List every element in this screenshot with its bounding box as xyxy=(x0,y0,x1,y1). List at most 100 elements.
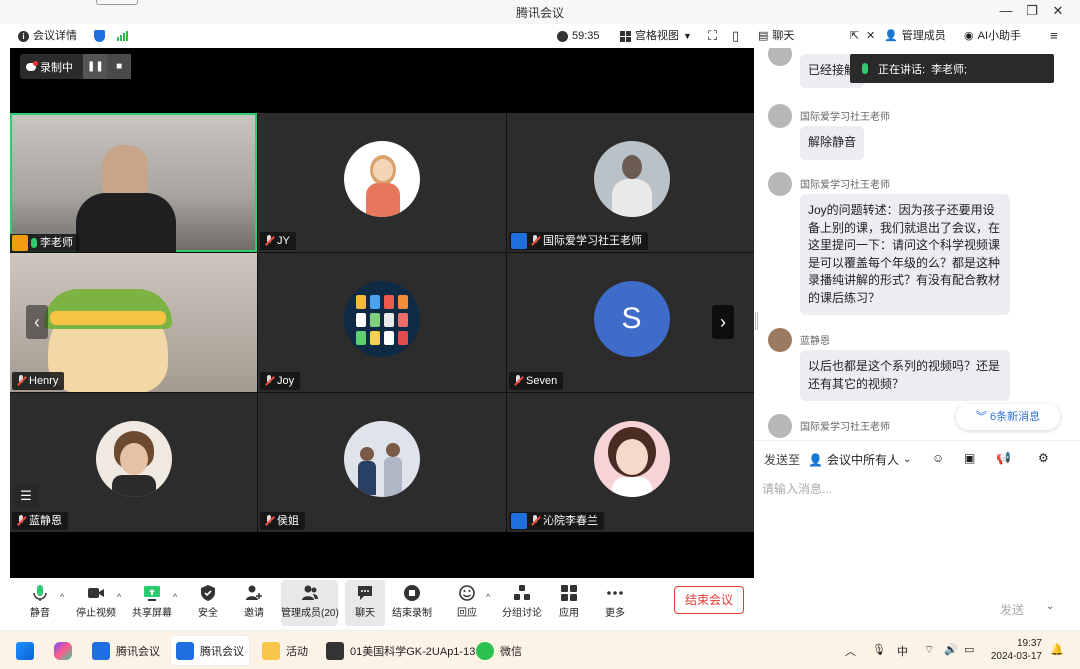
chat-sender: 蓝静恩 xyxy=(800,336,830,347)
chat-compose: 发送至 👤 会议中所有人 ⌄ ☺ ▣ 📢 ⚙ 发送 ⌄ xyxy=(754,440,1080,630)
view-mode-dropdown[interactable]: 宫格视图 ▼ xyxy=(620,28,692,44)
new-messages-button[interactable]: ︾ 6条新消息 xyxy=(956,404,1060,430)
security-label: 安全 xyxy=(198,608,218,619)
end-meeting-button[interactable]: 结束会议 xyxy=(674,586,744,614)
next-page-arrow[interactable]: › xyxy=(712,305,734,339)
chat-settings-icon[interactable]: ⚙ xyxy=(1038,451,1054,467)
taskbar-item[interactable]: 微信 xyxy=(470,635,528,666)
video-tile[interactable]: JY xyxy=(258,113,506,252)
breakout-button[interactable]: 分组讨论 xyxy=(496,580,548,626)
fullscreen-icon[interactable]: ⛶ xyxy=(708,28,717,44)
participant-name-tag: 侯姐 xyxy=(260,512,305,530)
new-messages-label: 6条新消息 xyxy=(989,411,1041,423)
copilot-button[interactable] xyxy=(48,635,78,666)
minimize-icon[interactable]: — xyxy=(992,2,1020,20)
emoji-icon[interactable]: ☺ xyxy=(932,451,948,467)
list-view-icon[interactable]: ☰ xyxy=(14,485,38,507)
chat-bubble: Joy的问题转述：因为孩子还要用设备上别的课，我们就退出了会议，在这里提问一下：… xyxy=(800,194,1010,315)
video-tile[interactable]: 沁院李春兰 xyxy=(507,393,756,532)
end-recording-label: 结束录制 xyxy=(392,608,432,619)
start-button[interactable] xyxy=(10,635,40,666)
audio-options-caret[interactable]: ^ xyxy=(60,592,64,602)
file-icon[interactable]: ▣ xyxy=(964,451,980,467)
share-screen-button[interactable]: 共享屏幕 xyxy=(126,580,178,626)
mute-button[interactable]: 静音 xyxy=(14,580,66,626)
restore-icon[interactable]: ❐ xyxy=(1018,2,1046,20)
wifi-icon[interactable]: ⌔ xyxy=(924,643,934,657)
avatar: S xyxy=(593,280,670,357)
pause-recording-button[interactable]: ❚❚ xyxy=(83,54,108,79)
chat-input[interactable] xyxy=(762,477,1072,501)
recording-status: 录制中 xyxy=(20,59,83,75)
invite-button[interactable]: 邀请 xyxy=(228,580,280,626)
avatar xyxy=(593,140,670,217)
more-button[interactable]: 更多 xyxy=(589,580,641,626)
share-options-caret[interactable]: ^ xyxy=(173,592,177,602)
taskbar-item[interactable]: 腾讯会议 xyxy=(170,635,250,666)
system-clock[interactable]: 19:37 2024-03-17 xyxy=(990,637,1042,663)
taskbar-item[interactable]: 腾讯会议 xyxy=(86,635,166,666)
react-options-caret[interactable]: ^ xyxy=(486,592,490,602)
tray-expand-icon[interactable]: ︿ xyxy=(845,643,856,659)
close-chat-icon[interactable]: ✕ xyxy=(866,28,875,44)
manage-members-button[interactable]: 管理成员(20) xyxy=(281,580,339,626)
taskbar-item-label: 01美国科学GK-2UAp1-13 xyxy=(350,645,476,658)
participant-name: 李老师 xyxy=(40,237,73,249)
popout-icon[interactable]: ⇱ xyxy=(850,28,859,44)
video-options-caret[interactable]: ^ xyxy=(117,592,121,602)
apps-label: 应用 xyxy=(559,608,579,619)
participant-name-tag: 沁院李春兰 xyxy=(509,512,604,530)
send-options-caret[interactable]: ⌄ xyxy=(1046,601,1054,612)
avatar xyxy=(768,104,792,128)
meeting-info-button[interactable]: i 会议详情 xyxy=(18,28,77,44)
video-tile[interactable]: 李老师 xyxy=(10,113,257,252)
video-tile[interactable]: 国际爱学习社王老师 xyxy=(507,113,756,252)
ime-indicator[interactable]: 中 xyxy=(897,643,908,659)
chat-tab[interactable]: ▤ 聊天 xyxy=(758,28,794,44)
network-status[interactable] xyxy=(117,28,128,44)
security-button[interactable]: 安全 xyxy=(182,580,234,626)
send-button[interactable]: 发送 xyxy=(1000,601,1024,618)
menu-icon[interactable]: ≡ xyxy=(1050,28,1058,44)
breakout-icon xyxy=(514,585,530,600)
battery-icon[interactable]: ▭ xyxy=(964,643,974,656)
participant-name-tag: 国际爱学习社王老师 xyxy=(509,232,648,250)
end-recording-button[interactable]: 结束录制 xyxy=(386,580,438,626)
invite-label: 邀请 xyxy=(244,608,264,619)
avatar xyxy=(344,280,420,357)
folder-icon xyxy=(262,641,280,660)
speaking-indicator: 正在讲话: 李老师; xyxy=(850,54,1054,83)
video-player-icon xyxy=(326,641,344,660)
chat-button[interactable]: 聊天 xyxy=(345,580,385,626)
video-tile[interactable]: 侯姐 xyxy=(258,393,506,532)
volume-icon[interactable]: 🔊 xyxy=(944,643,958,656)
panel-resize-handle[interactable] xyxy=(755,312,758,330)
send-to-label: 发送至 xyxy=(764,453,801,467)
manage-members-tab[interactable]: 👤 管理成员 xyxy=(884,28,946,44)
avatar xyxy=(95,420,172,497)
chat-bubble: 解除静音 xyxy=(800,126,865,160)
apps-button[interactable]: 应用 xyxy=(543,580,595,626)
previous-page-arrow[interactable]: ‹ xyxy=(26,305,48,339)
announcement-icon[interactable]: 📢 xyxy=(996,451,1012,467)
video-tile[interactable]: Joy xyxy=(258,253,506,392)
send-to-selector[interactable]: 发送至 👤 会议中所有人 ⌄ xyxy=(764,451,911,468)
ai-assistant-tab[interactable]: ◉ AI小助手 xyxy=(964,28,1021,44)
tray-microphone-icon[interactable]: 🎙 xyxy=(872,643,886,656)
ai-icon: ◉ xyxy=(964,30,974,42)
taskbar-item[interactable]: 01美国科学GK-2UAp1-13 xyxy=(320,635,481,666)
stop-video-button[interactable]: 停止视频 xyxy=(70,580,122,626)
manage-members-label: 管理成员(20) xyxy=(281,608,339,619)
bottom-toolbar: 静音 ^ 停止视频 ^ 共享屏幕 ^ 安全 邀请 管理成员(20) 聊天 结束录… xyxy=(0,578,754,630)
stop-recording-button[interactable]: ■ xyxy=(107,54,132,79)
layout-toggle-icon[interactable]: ▯ xyxy=(732,28,739,44)
notification-bell-icon[interactable]: 🔔 xyxy=(1050,643,1064,656)
taskbar-item[interactable]: 活动 xyxy=(256,635,314,666)
security-status[interactable] xyxy=(94,28,105,44)
mic-muted-icon xyxy=(264,515,274,527)
participant-video-hat-band xyxy=(50,311,166,325)
react-button[interactable]: 回应 xyxy=(441,580,493,626)
close-icon[interactable]: ✕ xyxy=(1044,2,1072,20)
video-tile[interactable]: 蓝静恩 xyxy=(10,393,257,532)
send-to-target[interactable]: 👤 会议中所有人 ⌄ xyxy=(808,451,911,468)
